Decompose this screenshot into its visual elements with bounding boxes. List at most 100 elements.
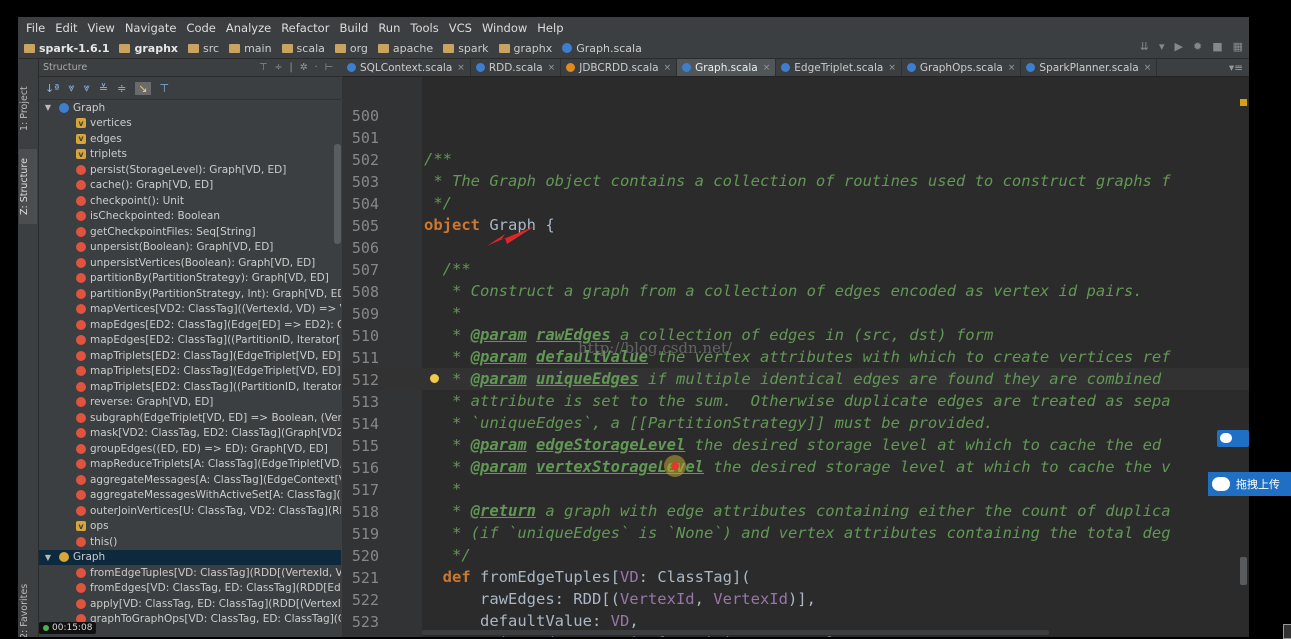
autoscroll-to-source-icon[interactable]: ↘ — [135, 81, 151, 95]
structure-item[interactable]: m apply[VD: ClassTag, ED: ClassTag](RDD[(… — [39, 596, 341, 612]
structure-item[interactable]: m mapReduceTriplets[A: ClassTag](EdgeTrip… — [39, 457, 341, 473]
editor-tab[interactable]: GraphOps.scala × — [902, 59, 1022, 76]
editor-tab[interactable]: SQLContext.scala × — [342, 59, 471, 76]
structure-item[interactable]: v ops — [39, 519, 341, 535]
breadcrumb-item[interactable]: org — [329, 42, 372, 55]
close-icon[interactable]: × — [548, 63, 556, 73]
breadcrumb-item[interactable]: Graph.scala — [556, 42, 646, 55]
code-line[interactable]: * (if `uniqueEdges` is `None`) and verte… — [424, 524, 1171, 542]
tab-favorites[interactable]: 2: Favorites — [19, 579, 37, 637]
breadcrumb-item[interactable]: graphx — [113, 42, 182, 55]
structure-item[interactable]: m unpersist(Boolean): Graph[VD, ED] — [39, 240, 341, 256]
breadcrumb-item[interactable]: spark — [437, 42, 492, 55]
structure-settings-icons[interactable]: ⊤ ÷ | ✲ · ⊢ — [259, 62, 335, 73]
structure-item[interactable]: m mapVertices[VD2: ClassTag]((VertexId, V… — [39, 302, 341, 318]
code-line[interactable]: /** — [424, 260, 471, 278]
show-fields-icon[interactable]: ⩔ — [84, 81, 90, 95]
code-line[interactable]: */ — [424, 546, 471, 564]
structure-item[interactable]: ▼ Graph — [39, 100, 341, 116]
code-line[interactable]: * @return a graph with edge attributes c… — [424, 502, 1171, 520]
menu-item-run[interactable]: Run — [373, 21, 405, 35]
drag-upload-button[interactable]: 拖拽上传 — [1208, 472, 1291, 496]
structure-item[interactable]: m groupEdges((ED, ED) => ED): Graph[VD, E… — [39, 441, 341, 457]
structure-item[interactable]: m getCheckpointFiles: Seq[String] — [39, 224, 341, 240]
menu-item-view[interactable]: View — [83, 21, 120, 35]
structure-item[interactable]: m mapEdges[ED2: ClassTag](Edge[ED] => ED2… — [39, 317, 341, 333]
structure-item[interactable]: m checkpoint(): Unit — [39, 193, 341, 209]
menu-item-refactor[interactable]: Refactor — [276, 21, 334, 35]
code-line[interactable]: * attribute is set to the sum. Otherwise… — [424, 392, 1171, 410]
structure-item[interactable]: m persist(StorageLevel): Graph[VD, ED] — [39, 162, 341, 178]
show-inherited-icon[interactable]: ⩔ — [68, 81, 74, 95]
code-line[interactable]: /** — [424, 150, 452, 168]
code-line[interactable]: * — [424, 480, 461, 498]
editor-tab[interactable]: RDD.scala × — [471, 59, 562, 76]
expand-toggle-icon[interactable]: ▼ — [43, 103, 53, 112]
tab-structure[interactable]: Z: Structure — [19, 149, 37, 224]
autoscroll-from-source-icon[interactable]: ⊤ — [160, 82, 170, 95]
close-icon[interactable]: × — [664, 63, 672, 73]
code-line[interactable]: * @param vertexStorageLevel the desired … — [424, 458, 1171, 476]
code-line[interactable]: * @param uniqueEdges if multiple identic… — [424, 370, 1161, 388]
structure-item[interactable]: m mapTriplets[ED2: ClassTag](EdgeTriplet[… — [39, 364, 341, 380]
code-line[interactable]: * @param edgeStorageLevel the desired st… — [424, 436, 1161, 454]
structure-item[interactable]: m mapEdges[ED2: ClassTag]((PartitionID, I… — [39, 333, 341, 349]
structure-item[interactable]: m mask[VD2: ClassTag, ED2: ClassTag](Grap… — [39, 426, 341, 442]
warning-marker-icon[interactable] — [1240, 99, 1247, 106]
structure-item[interactable]: m reverse: Graph[VD, ED] — [39, 395, 341, 411]
expand-toggle-icon[interactable]: ▼ — [43, 553, 53, 562]
upload-mini-button[interactable] — [1217, 430, 1249, 447]
structure-item[interactable]: v triplets — [39, 147, 341, 163]
editor-tab[interactable]: JDBCRDD.scala × — [561, 59, 678, 76]
structure-item[interactable]: m cache(): Graph[VD, ED] — [39, 178, 341, 194]
code-line[interactable]: rawEdges: RDD[(VertexId, VertexId)], — [424, 590, 816, 608]
structure-item[interactable]: m aggregateMessagesWithActiveSet[A: Class… — [39, 488, 341, 504]
close-icon[interactable]: × — [457, 63, 465, 73]
code-line[interactable]: */ — [424, 194, 452, 212]
code-view[interactable]: 500 501 502 /** 503 * The Graph object conta… — [342, 77, 1249, 637]
code-line[interactable]: * `uniqueEdges`, a [[PartitionStrategy]]… — [424, 414, 993, 432]
menu-item-tools[interactable]: Tools — [405, 21, 443, 35]
sort-alpha-icon[interactable]: ↓ª — [45, 82, 59, 95]
breadcrumb-item[interactable]: main — [223, 42, 275, 55]
menu-item-window[interactable]: Window — [477, 21, 532, 35]
breadcrumb-item[interactable]: graphx — [493, 42, 557, 55]
code-line[interactable]: def fromEdgeTuples[VD: ClassTag]( — [424, 568, 751, 586]
structure-item[interactable]: m this() — [39, 534, 341, 550]
code-line[interactable]: * — [424, 304, 461, 322]
structure-item[interactable]: m fromEdgeTuples[VD: ClassTag](RDD[(Verte… — [39, 565, 341, 581]
structure-item[interactable]: m mapTriplets[ED2: ClassTag](EdgeTriplet[… — [39, 348, 341, 364]
menu-item-help[interactable]: Help — [532, 21, 568, 35]
debug-icon[interactable]: ✹ — [1193, 40, 1202, 53]
menu-item-edit[interactable]: Edit — [50, 21, 82, 35]
tab-project[interactable]: 1: Project — [19, 79, 37, 139]
structure-item[interactable]: v edges — [39, 131, 341, 147]
menu-item-analyze[interactable]: Analyze — [221, 21, 276, 35]
menu-item-navigate[interactable]: Navigate — [120, 21, 182, 35]
editor-tab[interactable]: Graph.scala × — [677, 59, 777, 76]
menu-item-build[interactable]: Build — [334, 21, 373, 35]
structure-item[interactable]: m isCheckpointed: Boolean — [39, 209, 341, 225]
structure-item[interactable]: ▼ Graph — [39, 549, 341, 565]
editor-tab[interactable]: SparkPlanner.scala × — [1021, 59, 1158, 76]
expand-all-icon[interactable]: ≚ — [99, 82, 108, 95]
breadcrumb-item[interactable]: apache — [372, 42, 437, 55]
breadcrumb-item[interactable]: src — [182, 42, 223, 55]
structure-item[interactable]: m mapTriplets[ED2: ClassTag]((PartitionID… — [39, 379, 341, 395]
code-line[interactable]: * The Graph object contains a collection… — [424, 172, 1170, 190]
build-icon[interactable]: ⇊ — [1140, 40, 1149, 53]
collapse-all-icon[interactable]: ≑ — [117, 82, 126, 95]
structure-item[interactable]: v vertices — [39, 116, 341, 132]
structure-item[interactable]: m subgraph(EdgeTriplet[VD, ED] => Boolean… — [39, 410, 341, 426]
code-line[interactable]: * Construct a graph from a collection of… — [424, 282, 1143, 300]
editor-horizontal-scrollbar[interactable] — [422, 630, 1049, 635]
structure-item[interactable]: m partitionBy(PartitionStrategy, Int): Gr… — [39, 286, 341, 302]
menu-item-file[interactable]: File — [18, 21, 50, 35]
structure-scrollbar[interactable] — [334, 144, 341, 244]
structure-item[interactable]: m outerJoinVertices[U: ClassTag, VD2: Cla… — [39, 503, 341, 519]
tab-list-icon[interactable]: ▾≡ — [1229, 62, 1243, 74]
close-icon[interactable]: × — [1144, 63, 1152, 73]
breadcrumb-item[interactable]: scala — [276, 42, 329, 55]
structure-item[interactable]: m fromEdges[VD: ClassTag, ED: ClassTag](R… — [39, 581, 341, 597]
code-line[interactable]: defaultValue: VD, — [424, 612, 639, 630]
